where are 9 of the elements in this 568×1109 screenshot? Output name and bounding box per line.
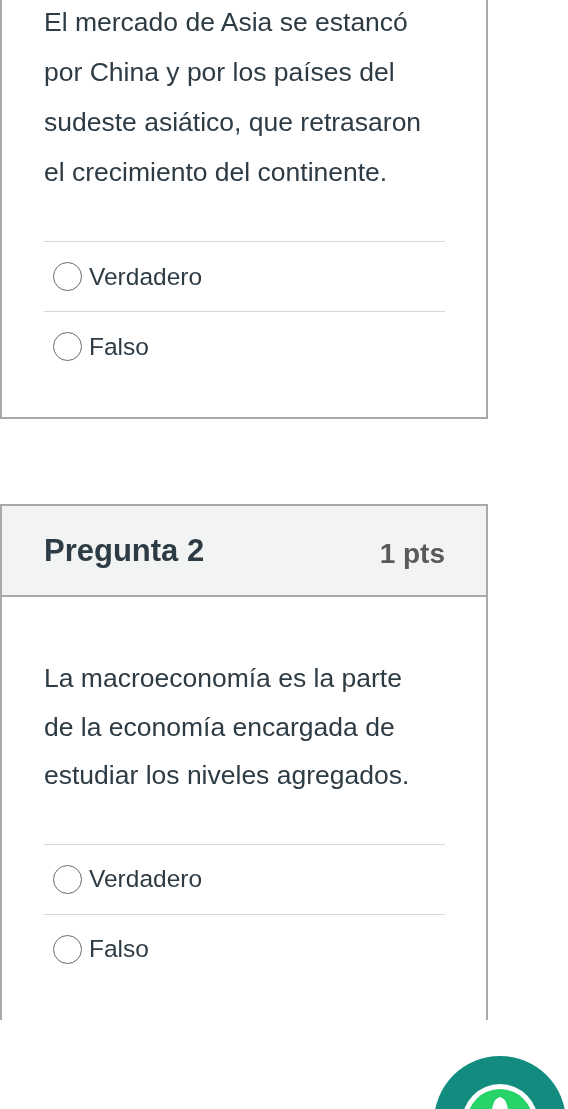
question-title: Pregunta 2 — [44, 532, 205, 569]
answer-option[interactable]: Falso — [44, 311, 445, 381]
question-text: El mercado de Asia se estancó por China y por los países del sudeste asiático, que retrasaron el crecimiento del continente. — [44, 6, 423, 189]
answer-option[interactable]: Verdadero — [44, 241, 445, 311]
answer-option[interactable]: Falso — [44, 913, 445, 984]
question-text: La macroeconomía es la parte de la economía encargada de estudiar los niveles agregados. — [44, 662, 411, 792]
answer-option[interactable]: Verdadero — [44, 843, 445, 914]
chat-button[interactable] — [434, 1056, 566, 1109]
question-points: 1 pts — [379, 536, 445, 570]
